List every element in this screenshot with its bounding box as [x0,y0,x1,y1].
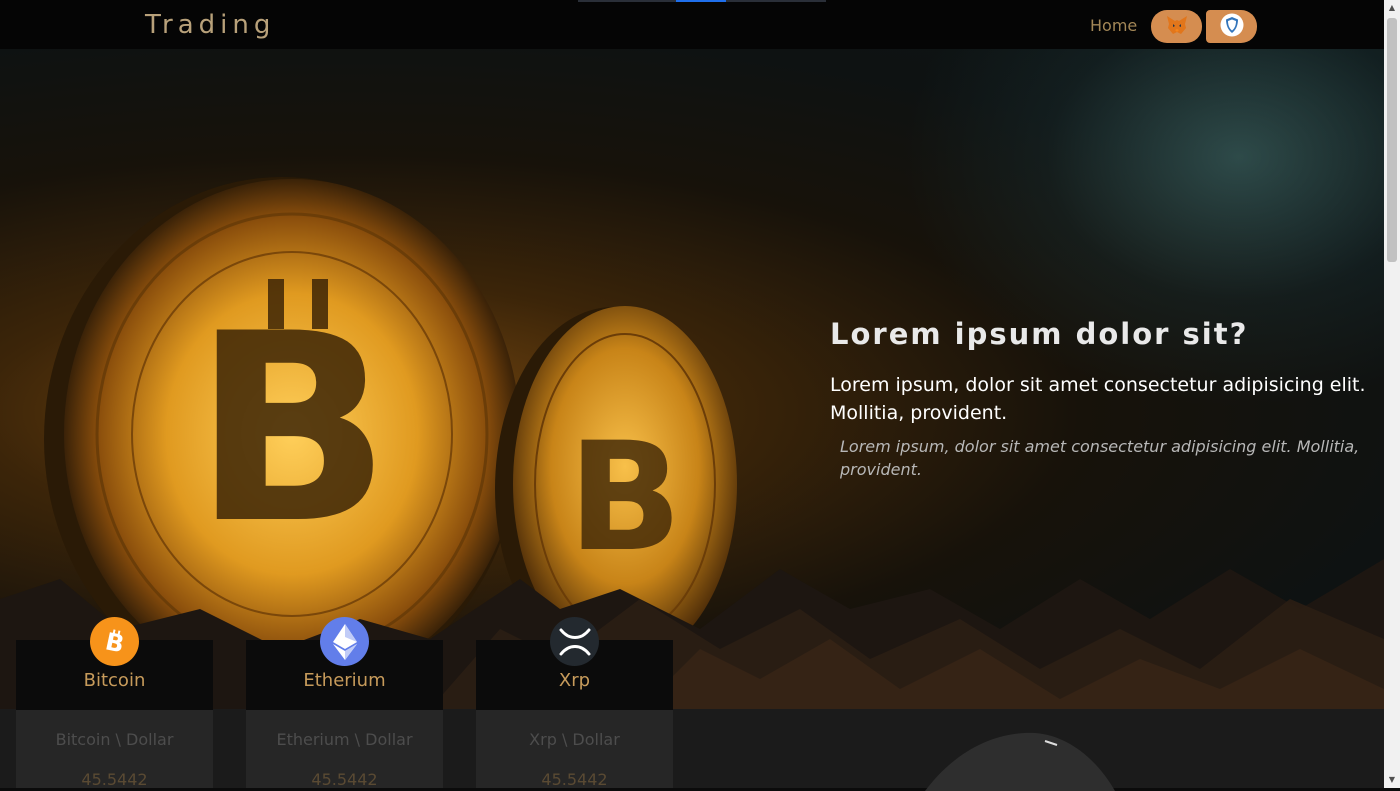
ethereum-icon [320,617,369,666]
card-body: Bitcoin \ Dollar 45.5442 [16,710,213,789]
hero-subtitle: Lorem ipsum, dolor sit amet consectetur … [830,374,1366,424]
card-pair: Xrp \ Dollar [529,730,620,749]
card-title: Xrp [558,670,591,691]
nav-home-link[interactable]: Home [1090,16,1137,35]
page-indicator-active [676,0,726,2]
xrp-icon [550,617,599,666]
vertical-scrollbar[interactable]: ▲ ▼ [1384,0,1400,788]
scroll-up-arrow-icon[interactable]: ▲ [1384,0,1400,16]
card-body: Xrp \ Dollar 45.5442 [476,710,673,789]
hero-text-block: Lorem ipsum dolor sit? Lorem ipsum, dolo… [830,317,1375,481]
bitcoin-icon: B [90,617,139,666]
rock-illustration [925,732,1115,791]
crypto-card-bitcoin[interactable]: B Bitcoin Bitcoin \ Dollar 45.5442 [16,617,213,789]
hero-italic-text: Lorem ipsum, dolor sit amet consectetur … [840,437,1360,479]
top-navbar: Trading Home [0,0,1384,49]
card-price: 45.5442 [311,770,378,789]
metamask-fox-icon [1166,15,1188,39]
trust-wallet-shield-icon [1220,13,1244,41]
trust-wallet-button[interactable] [1206,10,1257,43]
card-body: Etherium \ Dollar 45.5442 [246,710,443,789]
card-title: Etherium [303,670,386,691]
card-pair: Etherium \ Dollar [276,730,413,749]
page-indicator [578,0,826,2]
card-header: B Bitcoin [16,617,213,710]
hero-banner: B B Lorem ipsum dolor sit? Lorem ipsum, … [0,49,1384,709]
svg-text:B: B [193,279,391,581]
card-header: Xrp [476,617,673,710]
hero-title: Lorem ipsum dolor sit? [830,317,1249,351]
scroll-down-arrow-icon[interactable]: ▼ [1384,772,1400,788]
scrollbar-thumb[interactable] [1387,18,1397,262]
card-header: Etherium [246,617,443,710]
card-price: 45.5442 [81,770,148,789]
card-pair: Bitcoin \ Dollar [55,730,174,749]
card-price: 45.5442 [541,770,608,789]
crypto-card-etherium[interactable]: Etherium Etherium \ Dollar 45.5442 [246,617,443,789]
brand-logo-text[interactable]: Trading [145,10,275,40]
card-title: Bitcoin [83,670,146,691]
crypto-card-xrp[interactable]: Xrp Xrp \ Dollar 45.5442 [476,617,673,789]
metamask-button[interactable] [1151,10,1202,43]
